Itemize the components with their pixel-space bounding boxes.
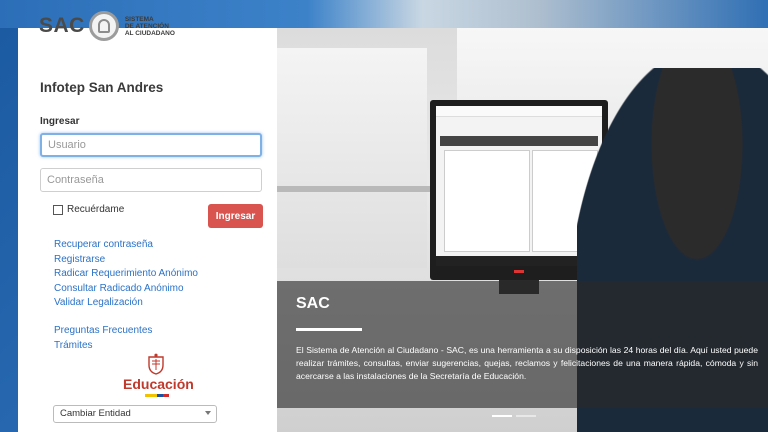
entity-select-value: Cambiar Entidad (60, 408, 131, 419)
hero-text: El Sistema de Atención al Ciudadano - SA… (296, 345, 758, 381)
carousel-dot[interactable] (516, 415, 536, 417)
carousel-indicators (492, 415, 536, 417)
help-links: Preguntas Frecuentes Trámites (54, 324, 152, 353)
education-flag-stripe (145, 394, 169, 397)
screen-toolbar (440, 136, 598, 146)
logo-wordmark: SAC (39, 14, 85, 37)
login-button[interactable]: Ingresar (208, 204, 263, 228)
chevron-down-icon (205, 411, 211, 415)
register-link[interactable]: Registrarse (54, 253, 198, 268)
username-input[interactable] (40, 133, 262, 157)
shelf (277, 186, 437, 192)
coat-of-arms-icon (148, 353, 164, 375)
remember-me[interactable]: Recuérdame (53, 204, 124, 215)
password-input[interactable] (40, 168, 262, 192)
ear-icon (88, 11, 119, 41)
remember-label: Recuérdame (67, 204, 125, 215)
logo-subtitle: SISTEMA DE ATENCIÓN AL CIUDADANO (124, 15, 175, 37)
carousel-dot[interactable] (492, 415, 512, 417)
education-logo-label: Educación (123, 376, 194, 392)
entity-select[interactable]: Cambiar Entidad (53, 405, 217, 423)
login-heading: Ingresar (40, 116, 80, 127)
remember-checkbox[interactable] (53, 204, 63, 215)
hero-title: SAC (296, 295, 330, 312)
recover-password-link[interactable]: Recuperar contraseña (54, 238, 198, 253)
screen-document (444, 150, 530, 252)
entity-title: Infotep San Andres (40, 80, 164, 95)
faq-link[interactable]: Preguntas Frecuentes (54, 324, 152, 339)
validate-legalization-link[interactable]: Validar Legalización (54, 296, 198, 311)
monitor-logo (514, 270, 524, 273)
anonymous-lookup-link[interactable]: Consultar Radicado Anónimo (54, 282, 198, 297)
sac-logo: SAC SISTEMA DE ATENCIÓN AL CIUDADANO (39, 8, 199, 44)
anonymous-request-link[interactable]: Radicar Requerimiento Anónimo (54, 267, 198, 282)
hero-divider (296, 328, 362, 331)
hero-caption: SAC El Sistema de Atención al Ciudadano … (277, 281, 768, 408)
background-window (277, 48, 427, 268)
account-links: Recuperar contraseña Registrarse Radicar… (54, 238, 198, 311)
procedures-link[interactable]: Trámites (54, 339, 152, 354)
